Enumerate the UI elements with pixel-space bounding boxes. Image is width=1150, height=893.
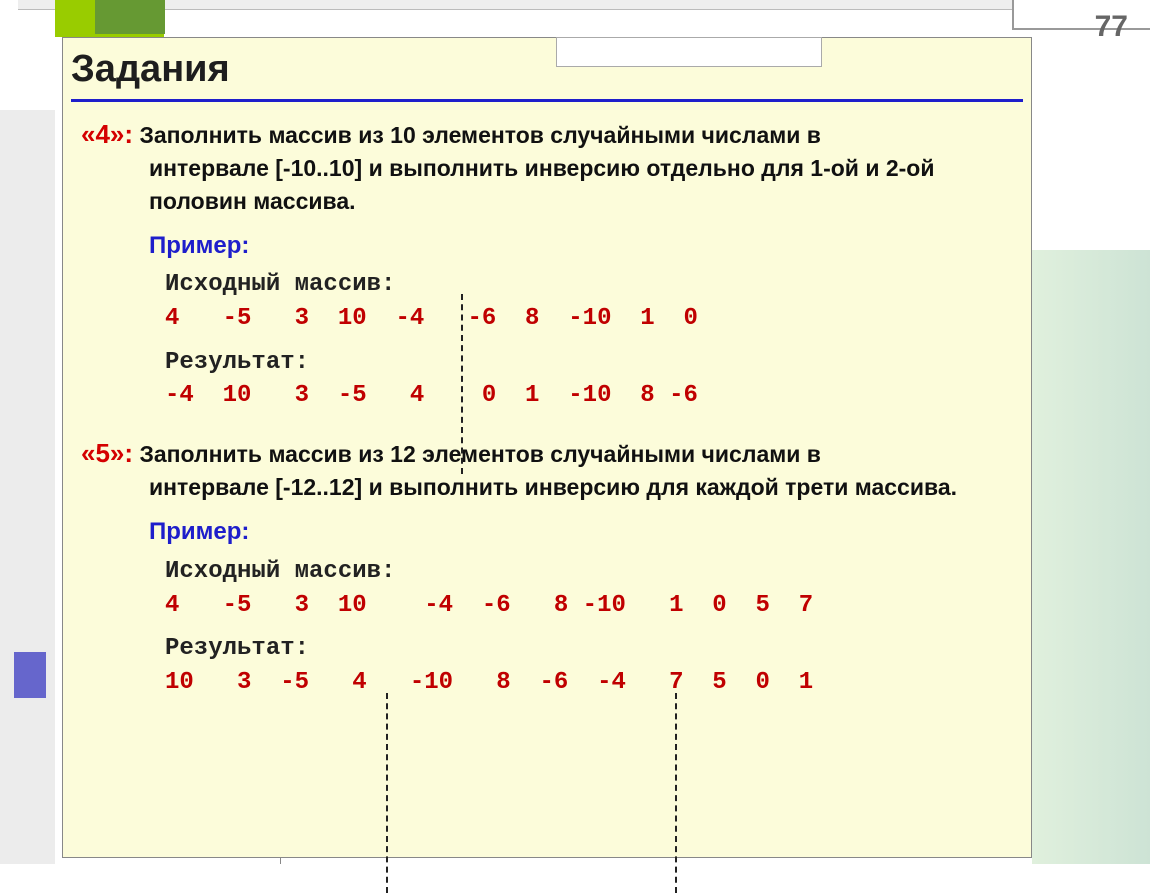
deco-right-gradient bbox=[1032, 250, 1150, 864]
task-4-src-label: Исходный массив: bbox=[165, 268, 1017, 302]
task-4-src-row: 4 -5 3 10 -4 -6 8 -10 1 0 bbox=[165, 302, 1017, 336]
task-5-label: «5»: bbox=[81, 438, 133, 468]
task-4: «4»: Заполнить массив из 10 элементов сл… bbox=[81, 116, 1017, 413]
slide-title: Задания bbox=[63, 38, 1031, 93]
deco-top-strip bbox=[18, 0, 1150, 10]
deco-darkgreen-block bbox=[95, 0, 165, 34]
task-5: «5»: Заполнить массив из 12 элементов сл… bbox=[81, 435, 1017, 700]
task-4-example-label: Пример: bbox=[149, 229, 1017, 263]
page-number: 77 bbox=[1095, 10, 1128, 44]
task-5-res-row: 10 3 -5 4 -10 8 -6 -4 7 5 0 1 bbox=[165, 666, 1017, 700]
task-4-separator bbox=[461, 294, 463, 474]
deco-topbar-inset bbox=[556, 37, 822, 67]
title-underline bbox=[71, 99, 1023, 102]
task-4-res-row: -4 10 3 -5 4 0 1 -10 8 -6 bbox=[165, 379, 1017, 413]
task-5-res-label: Результат: bbox=[165, 632, 1017, 666]
task-5-text-1: Заполнить массив из 12 элементов случайн… bbox=[139, 441, 820, 467]
task-4-label: «4»: bbox=[81, 119, 133, 149]
deco-left-blue-block bbox=[14, 652, 46, 698]
task-5-text-2: интервале [-12..12] и выполнить инверсию… bbox=[149, 471, 1017, 503]
task-5-separator-1 bbox=[386, 693, 388, 893]
task-4-text-2: интервале [-10..10] и выполнить инверсию… bbox=[149, 152, 1017, 216]
deco-left-column bbox=[0, 110, 55, 864]
deco-right-corner bbox=[1012, 0, 1150, 30]
task-5-src-row: 4 -5 3 10 -4 -6 8 -10 1 0 5 7 bbox=[165, 589, 1017, 623]
task-5-example-label: Пример: bbox=[149, 515, 1017, 549]
task-4-res-label: Результат: bbox=[165, 346, 1017, 380]
slide-body: «4»: Заполнить массив из 10 элементов сл… bbox=[63, 116, 1031, 699]
slide-panel: Задания «4»: Заполнить массив из 10 элем… bbox=[62, 37, 1032, 858]
task-4-text-1: Заполнить массив из 10 элементов случайн… bbox=[139, 122, 820, 148]
task-5-src-label: Исходный массив: bbox=[165, 555, 1017, 589]
task-5-separator-2 bbox=[675, 693, 677, 893]
